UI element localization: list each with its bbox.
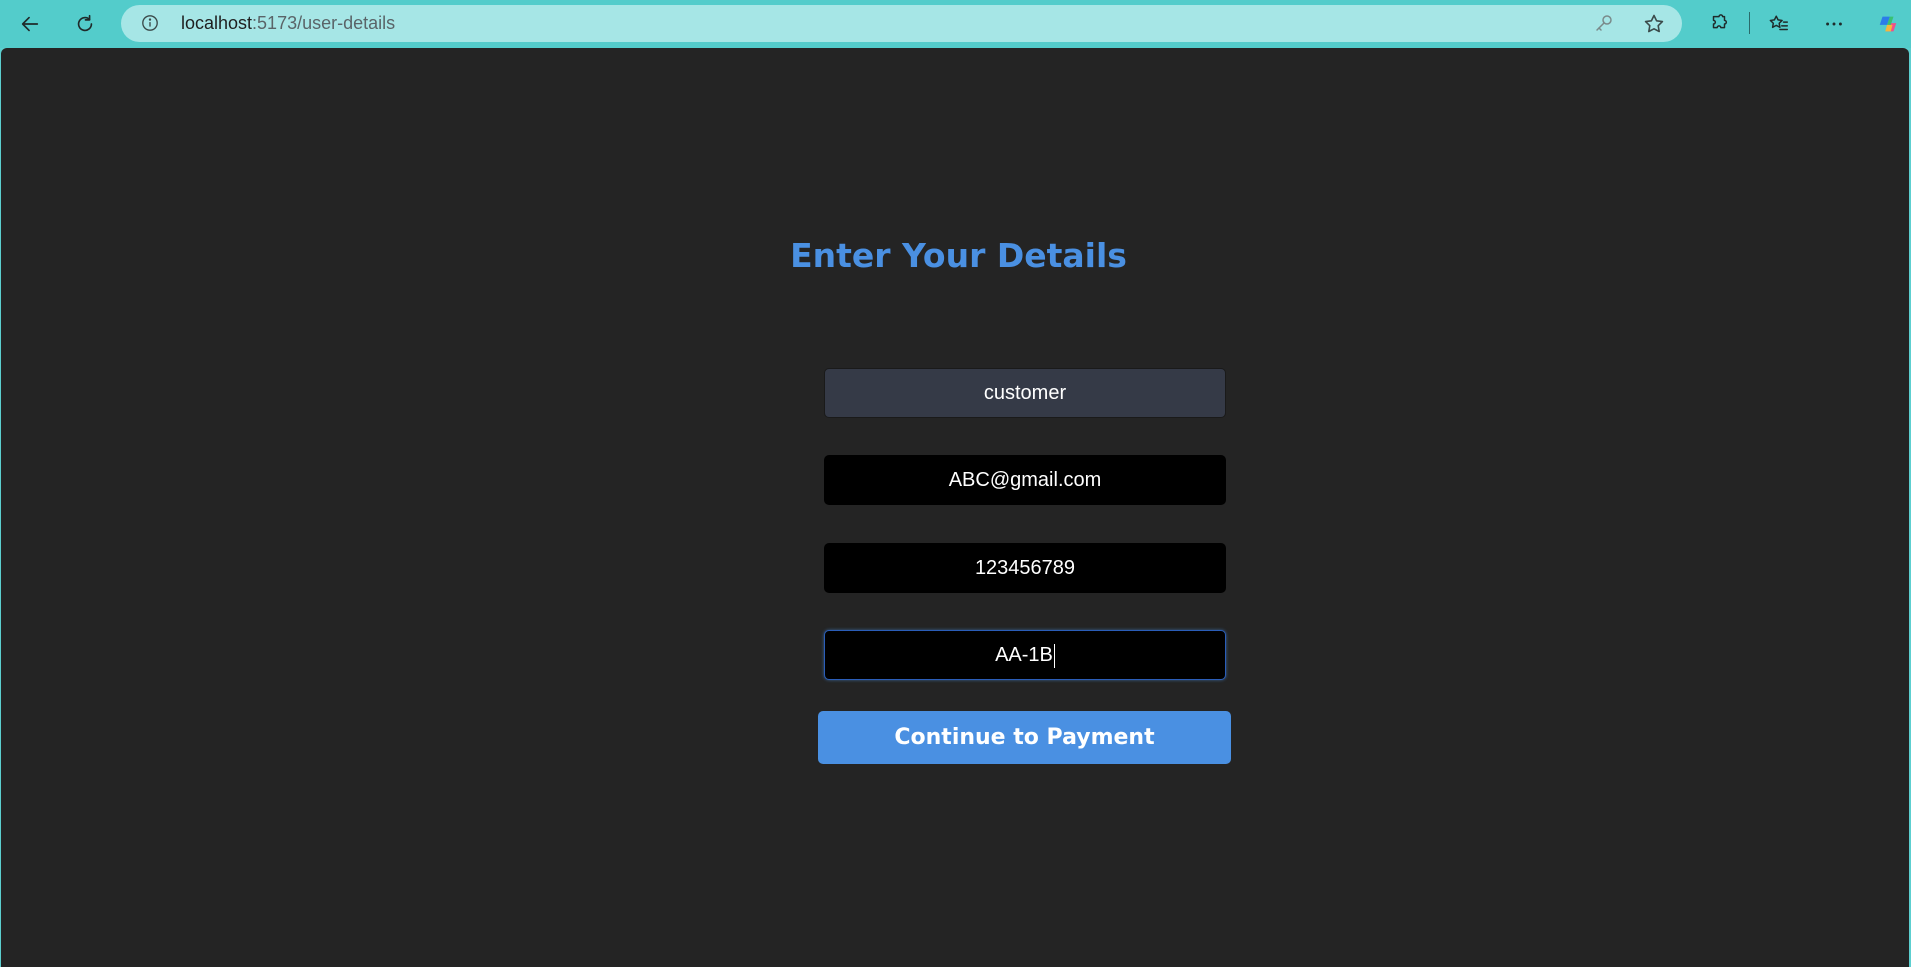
browser-toolbar: localhost:5173/user-details bbox=[0, 0, 1911, 48]
text-caret bbox=[1053, 643, 1055, 668]
site-info-icon[interactable] bbox=[141, 14, 159, 32]
continue-to-payment-button[interactable]: Continue to Payment bbox=[818, 711, 1231, 764]
back-arrow-icon[interactable] bbox=[12, 6, 48, 42]
more-options-icon[interactable] bbox=[1816, 6, 1852, 42]
page-content bbox=[1, 48, 1909, 967]
extensions-puzzle-icon[interactable] bbox=[1701, 6, 1737, 42]
name-input[interactable]: customer bbox=[824, 368, 1226, 418]
phone-input[interactable]: 123456789 bbox=[824, 543, 1226, 593]
favorites-list-icon[interactable] bbox=[1761, 6, 1797, 42]
email-input[interactable]: ABC@gmail.com bbox=[824, 455, 1226, 505]
url-text[interactable]: localhost:5173/user-details bbox=[181, 5, 395, 42]
address-bar[interactable]: localhost:5173/user-details bbox=[121, 5, 1682, 42]
seat-input[interactable]: AA-1B bbox=[824, 630, 1226, 680]
toolbar-divider bbox=[1749, 12, 1750, 34]
copilot-icon[interactable] bbox=[1870, 6, 1906, 42]
url-host: localhost bbox=[181, 13, 253, 33]
url-path: :5173/user-details bbox=[252, 13, 396, 33]
seat-input-value: AA-1B bbox=[995, 644, 1053, 666]
refresh-icon[interactable] bbox=[67, 6, 103, 42]
form-title: Enter Your Details bbox=[790, 236, 1127, 275]
key-icon[interactable] bbox=[1594, 13, 1614, 33]
favorite-star-icon[interactable] bbox=[1642, 12, 1666, 36]
